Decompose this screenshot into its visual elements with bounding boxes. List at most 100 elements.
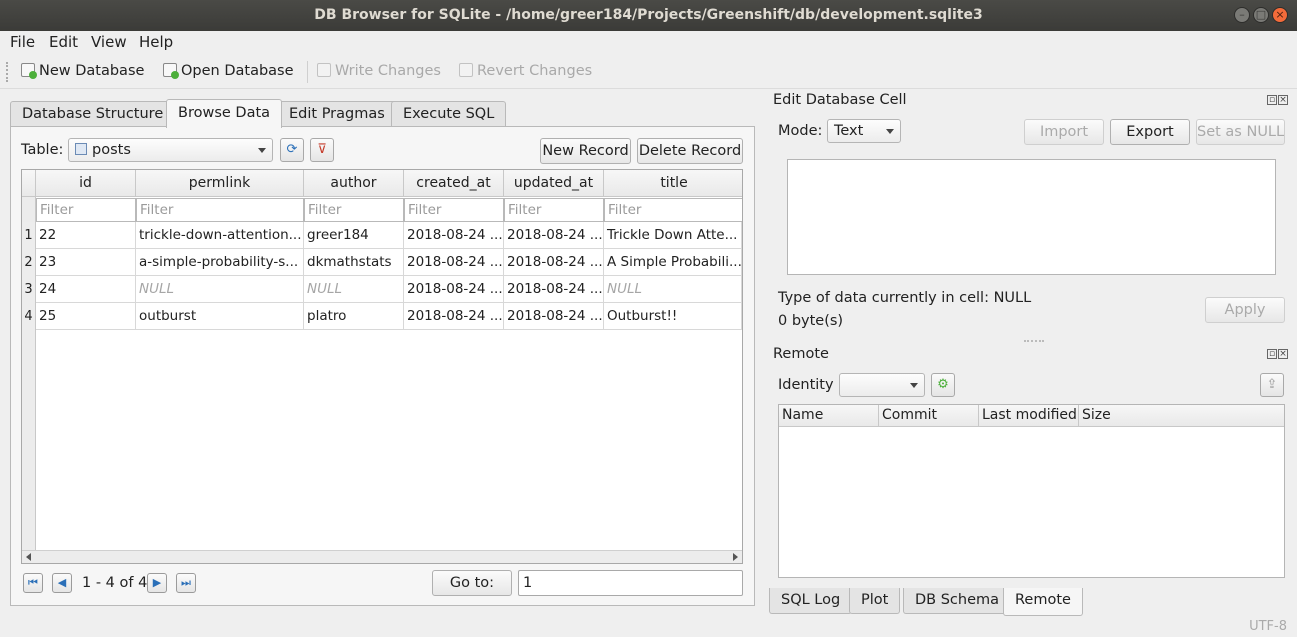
- table-cell-null[interactable]: NULL: [304, 276, 404, 303]
- close-icon[interactable]: ×: [1278, 95, 1288, 105]
- new-record-button[interactable]: New Record: [540, 138, 631, 164]
- refresh-button[interactable]: ⟳: [280, 138, 304, 162]
- previous-record-button[interactable]: ◀: [52, 573, 72, 593]
- mode-select-value: Text: [834, 123, 864, 139]
- table-cell[interactable]: 25: [36, 303, 136, 330]
- table-cell-null[interactable]: NULL: [604, 276, 742, 303]
- identity-select[interactable]: [839, 373, 925, 397]
- open-database-button[interactable]: Open Database: [163, 63, 294, 79]
- table-cell[interactable]: trickle-down-attention...: [136, 222, 304, 249]
- menu-edit[interactable]: Edit: [49, 33, 78, 51]
- column-header-updated-at[interactable]: updated_at: [504, 170, 604, 197]
- cell-editor-textarea[interactable]: [787, 159, 1276, 275]
- tab-browse-data[interactable]: Browse Data: [166, 99, 283, 128]
- column-header-title[interactable]: title: [604, 170, 742, 197]
- column-header-created-at[interactable]: created_at: [404, 170, 504, 197]
- minimize-icon[interactable]: –: [1234, 7, 1250, 23]
- window-title: DB Browser for SQLite - /home/greer184/P…: [314, 7, 983, 23]
- go-to-button[interactable]: Go to:: [432, 570, 512, 596]
- remote-col-size[interactable]: Size: [1079, 405, 1284, 427]
- scroll-right-icon[interactable]: [733, 553, 738, 561]
- gear-icon: ⚙: [937, 377, 949, 392]
- table-cell[interactable]: 2018-08-24 ...: [404, 249, 504, 276]
- menu-file[interactable]: File: [10, 33, 35, 51]
- cell-type-info: Type of data currently in cell: NULL: [778, 290, 1032, 306]
- float-icon[interactable]: ▫: [1267, 95, 1277, 105]
- first-record-button[interactable]: ⏮: [23, 573, 43, 593]
- table-cell[interactable]: greer184: [304, 222, 404, 249]
- row-number[interactable]: 2: [22, 249, 36, 276]
- revert-changes-button[interactable]: Revert Changes: [459, 63, 592, 79]
- mode-select[interactable]: Text: [827, 119, 901, 143]
- toolbar-grip[interactable]: [6, 62, 9, 82]
- table-cell[interactable]: a-simple-probability-s...: [136, 249, 304, 276]
- corner-cell[interactable]: [22, 170, 36, 197]
- arrow-left-icon: ◀: [57, 576, 67, 589]
- menu-help[interactable]: Help: [139, 33, 173, 51]
- table-cell[interactable]: 2018-08-24 ...: [504, 303, 604, 330]
- import-button[interactable]: Import: [1024, 119, 1104, 145]
- table-cell[interactable]: platro: [304, 303, 404, 330]
- remote-settings-button[interactable]: ⚙: [931, 373, 955, 397]
- table-cell[interactable]: 2018-08-24 ...: [404, 222, 504, 249]
- tab-edit-pragmas[interactable]: Edit Pragmas: [277, 101, 397, 127]
- data-grid[interactable]: id permlink author created_at updated_at…: [21, 169, 743, 564]
- export-button[interactable]: Export: [1110, 119, 1190, 145]
- new-database-button[interactable]: New Database: [21, 63, 144, 79]
- tab-remote[interactable]: Remote: [1003, 588, 1083, 616]
- table-cell-null[interactable]: NULL: [136, 276, 304, 303]
- filter-input-title[interactable]: Filter: [604, 198, 742, 222]
- table-cell[interactable]: 2018-08-24 ...: [404, 276, 504, 303]
- filter-input-author[interactable]: Filter: [304, 198, 404, 222]
- clear-filters-button[interactable]: ⊽: [310, 138, 334, 162]
- table-cell[interactable]: Outburst!!: [604, 303, 742, 330]
- table-cell[interactable]: 2018-08-24 ...: [504, 276, 604, 303]
- column-header-permlink[interactable]: permlink: [136, 170, 304, 197]
- remote-col-commit[interactable]: Commit: [879, 405, 979, 427]
- apply-button[interactable]: Apply: [1205, 297, 1285, 323]
- row-number[interactable]: 1: [22, 222, 36, 249]
- tab-database-structure[interactable]: Database Structure: [10, 101, 176, 127]
- remote-col-last-modified[interactable]: Last modified: [979, 405, 1079, 427]
- tab-execute-sql[interactable]: Execute SQL: [391, 101, 507, 127]
- column-header-id[interactable]: id: [36, 170, 136, 197]
- row-number[interactable]: 3: [22, 276, 36, 303]
- filter-input-id[interactable]: Filter: [36, 198, 136, 222]
- tab-sql-log[interactable]: SQL Log: [769, 588, 853, 614]
- filter-input-created-at[interactable]: Filter: [404, 198, 504, 222]
- maximize-icon[interactable]: □: [1253, 7, 1269, 23]
- next-record-button[interactable]: ▶: [147, 573, 167, 593]
- close-icon[interactable]: ×: [1272, 7, 1288, 23]
- table-cell[interactable]: Trickle Down Atte...: [604, 222, 742, 249]
- table-cell[interactable]: 2018-08-24 ...: [504, 222, 604, 249]
- filter-input-updated-at[interactable]: Filter: [504, 198, 604, 222]
- scroll-left-icon[interactable]: [26, 553, 31, 561]
- horizontal-scrollbar[interactable]: [22, 550, 742, 563]
- table-cell[interactable]: 24: [36, 276, 136, 303]
- last-record-button[interactable]: ⏭: [176, 573, 196, 593]
- table-cell[interactable]: 22: [36, 222, 136, 249]
- remote-table[interactable]: Name Commit Last modified Size: [778, 404, 1285, 578]
- tab-db-schema[interactable]: DB Schema: [903, 588, 1012, 614]
- table-cell[interactable]: 2018-08-24 ...: [504, 249, 604, 276]
- menu-view[interactable]: View: [91, 33, 127, 51]
- table-cell[interactable]: dkmathstats: [304, 249, 404, 276]
- table-cell[interactable]: 2018-08-24 ...: [404, 303, 504, 330]
- tab-plot[interactable]: Plot: [849, 588, 901, 614]
- dock-splitter[interactable]: [1024, 340, 1044, 342]
- remote-push-button[interactable]: ⇪: [1260, 373, 1284, 397]
- table-cell[interactable]: outburst: [136, 303, 304, 330]
- remote-col-name[interactable]: Name: [779, 405, 879, 427]
- filter-input-permlink[interactable]: Filter: [136, 198, 304, 222]
- set-as-null-button[interactable]: Set as NULL: [1196, 119, 1285, 145]
- column-header-author[interactable]: author: [304, 170, 404, 197]
- table-cell[interactable]: 23: [36, 249, 136, 276]
- go-to-input[interactable]: 1: [518, 570, 743, 596]
- close-icon[interactable]: ×: [1278, 349, 1288, 359]
- write-changes-button[interactable]: Write Changes: [317, 63, 441, 79]
- table-cell[interactable]: A Simple Probabili...: [604, 249, 742, 276]
- table-select[interactable]: posts: [68, 138, 273, 162]
- row-number[interactable]: 4: [22, 303, 36, 330]
- float-icon[interactable]: ▫: [1267, 349, 1277, 359]
- delete-record-button[interactable]: Delete Record: [637, 138, 743, 164]
